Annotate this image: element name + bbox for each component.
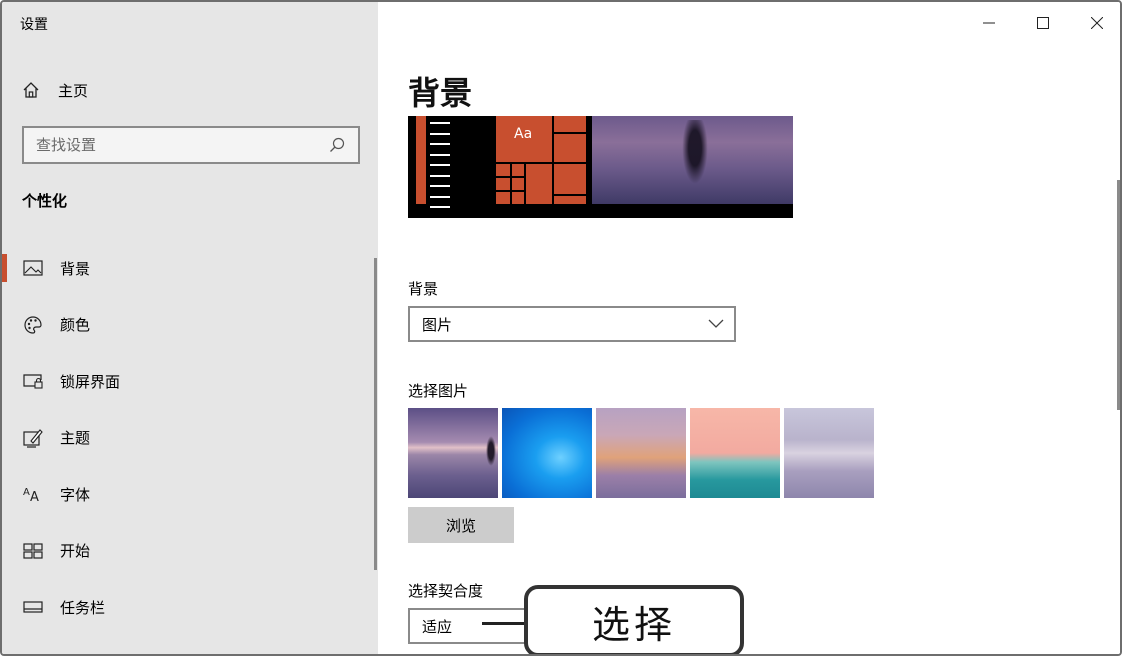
- sidebar-item-label: 背景: [60, 259, 91, 278]
- sidebar-item-themes[interactable]: 主题: [2, 410, 378, 467]
- sidebar-item-lock-screen[interactable]: 锁屏界面: [2, 353, 378, 410]
- picture-thumbnail[interactable]: [502, 408, 592, 498]
- picture-thumbnail[interactable]: [408, 408, 498, 498]
- page-title: 背景: [408, 74, 473, 112]
- search-icon[interactable]: [328, 136, 346, 154]
- sidebar-item-start[interactable]: 开始: [2, 523, 378, 580]
- section-title: 个性化: [22, 192, 68, 210]
- start-icon: [22, 540, 44, 562]
- font-icon: AA: [22, 483, 44, 505]
- preview-wallpaper: [592, 116, 793, 204]
- picture-icon: [22, 257, 44, 279]
- preview-menu-lines: [430, 122, 450, 217]
- close-button[interactable]: [1070, 2, 1120, 44]
- sidebar-scrollbar[interactable]: [374, 258, 377, 570]
- settings-window: 设置 主页 个性化 背景: [0, 0, 1122, 656]
- background-type-value: 图片: [422, 315, 453, 334]
- picture-thumbnail[interactable]: [784, 408, 874, 498]
- palette-icon: [22, 314, 44, 336]
- home-link[interactable]: 主页: [20, 78, 88, 102]
- search-box[interactable]: [22, 126, 360, 164]
- sidebar: 设置 主页 个性化 背景: [2, 2, 378, 654]
- home-label: 主页: [58, 81, 89, 100]
- background-preview: Aa: [408, 116, 793, 218]
- sidebar-item-label: 字体: [60, 485, 91, 504]
- sidebar-nav: 背景 颜色 锁屏界面 主题 A A 字体 开始 任务栏: [2, 240, 378, 636]
- preview-tile-label: Aa: [514, 126, 533, 142]
- background-label: 背景: [408, 280, 439, 298]
- sidebar-item-label: 锁屏界面: [60, 372, 121, 391]
- sidebar-item-taskbar[interactable]: 任务栏: [2, 579, 378, 636]
- main-scrollbar[interactable]: [1117, 180, 1120, 410]
- chevron-down-icon: [708, 319, 724, 328]
- callout-pointer: [482, 622, 528, 625]
- lock-screen-icon: [22, 370, 44, 392]
- home-icon: [20, 79, 42, 101]
- picture-thumbnail[interactable]: [596, 408, 686, 498]
- sidebar-item-label: 开始: [60, 542, 91, 561]
- sidebar-item-fonts[interactable]: AA 字体: [2, 466, 378, 523]
- svg-text:A: A: [23, 487, 30, 498]
- minimize-button[interactable]: [962, 2, 1016, 44]
- fit-value: 适应: [422, 617, 453, 636]
- fit-label: 选择契合度: [408, 582, 484, 600]
- annotation-callout: 选择: [524, 585, 744, 654]
- sidebar-item-background[interactable]: 背景: [2, 240, 378, 297]
- choose-picture-label: 选择图片: [408, 382, 469, 400]
- minimize-icon: [983, 22, 995, 24]
- main-content: 背景 Aa 背景 图片 选择图片 浏览 选择契合度 适应: [378, 2, 1120, 654]
- maximize-button[interactable]: [1016, 2, 1070, 44]
- search-input[interactable]: [36, 136, 328, 154]
- maximize-icon: [1037, 17, 1049, 29]
- sidebar-item-label: 主题: [60, 429, 91, 448]
- preview-start-bar: [416, 116, 426, 204]
- theme-icon: [22, 427, 44, 449]
- browse-button[interactable]: 浏览: [408, 507, 514, 543]
- sidebar-item-label: 颜色: [60, 316, 91, 335]
- sidebar-item-label: 任务栏: [60, 598, 106, 617]
- window-controls: [962, 2, 1120, 44]
- picture-thumbnail[interactable]: [690, 408, 780, 498]
- background-type-dropdown[interactable]: 图片: [408, 306, 736, 342]
- fit-dropdown[interactable]: 适应: [408, 608, 538, 644]
- svg-text:A: A: [30, 490, 39, 503]
- close-icon: [1091, 17, 1103, 29]
- preview-tiles: Aa: [496, 116, 586, 204]
- app-title: 设置: [20, 17, 48, 33]
- picture-thumbnails: [408, 408, 874, 498]
- taskbar-icon: [22, 596, 44, 618]
- annotation-text: 选择: [591, 602, 676, 647]
- sidebar-item-colors[interactable]: 颜色: [2, 297, 378, 354]
